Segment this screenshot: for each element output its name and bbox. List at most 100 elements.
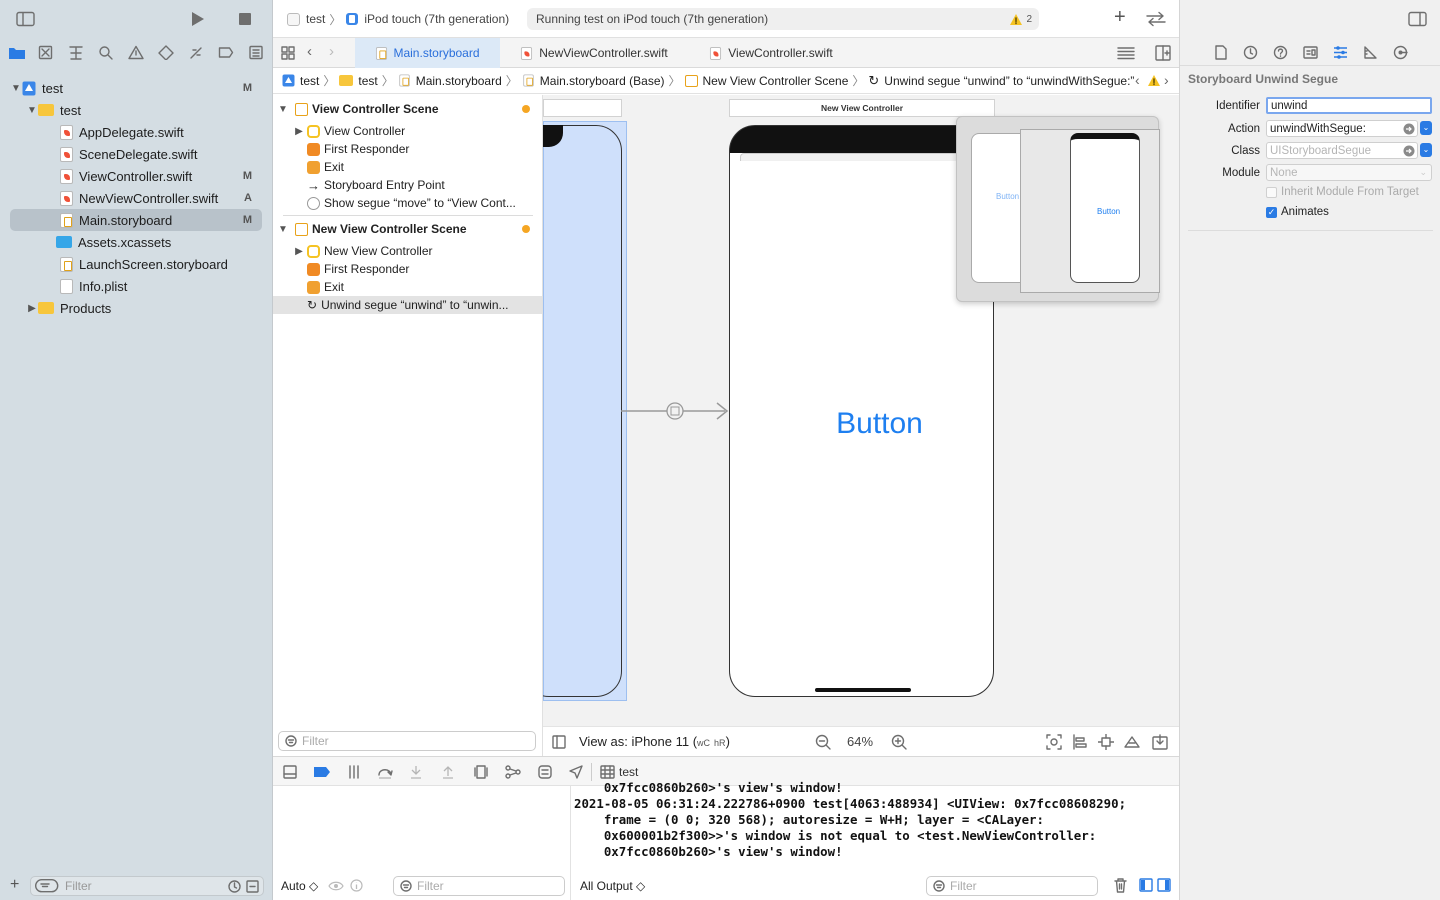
step-into-icon[interactable]	[409, 765, 423, 779]
navigator-filter-field[interactable]: Filter	[30, 876, 264, 896]
action-dropdown-icon[interactable]: ⌄	[1420, 121, 1432, 135]
animates-checkbox[interactable]: ✓ Animates	[1266, 206, 1329, 218]
console-filter-field[interactable]: Filter	[926, 876, 1098, 896]
console-output-selector[interactable]: All Output ◇	[580, 879, 645, 893]
jump-item-base[interactable]: Main.storyboard (Base)	[540, 74, 665, 88]
tree-item-assets[interactable]: Assets.xcassets	[10, 231, 262, 253]
outline-scene-view-controller[interactable]: ▼ View Controller Scene	[273, 100, 542, 118]
outline-filter-field[interactable]: Filter	[278, 731, 536, 751]
inherit-module-checkbox[interactable]: Inherit Module From Target	[1266, 186, 1419, 198]
storyboard-button[interactable]: Button	[729, 407, 994, 441]
info-icon[interactable]	[350, 879, 363, 892]
source-control-icon[interactable]	[38, 45, 54, 60]
variables-view[interactable]: Auto ◇ Filter	[273, 786, 571, 900]
next-issue-icon[interactable]: ›	[1164, 72, 1169, 88]
tree-item-products[interactable]: ▶ Products	[10, 297, 262, 319]
eye-icon[interactable]	[328, 880, 344, 892]
connections-inspector-icon[interactable]	[1393, 45, 1408, 60]
related-items-icon[interactable]	[281, 46, 295, 60]
hide-debug-area-icon[interactable]	[283, 765, 297, 779]
auto-variables-selector[interactable]: Auto ◇	[281, 879, 318, 893]
outline-item-exit[interactable]: Exit	[273, 158, 542, 176]
stop-icon[interactable]	[238, 12, 252, 26]
storyboard-canvas[interactable]: New View Controller Button Button Button	[543, 95, 1179, 726]
update-frames-icon[interactable]	[1046, 734, 1062, 750]
tree-item-appdelegate[interactable]: AppDelegate.swift	[10, 121, 262, 143]
arrow-circle-icon[interactable]	[1403, 145, 1415, 157]
tree-item-viewcontroller[interactable]: ViewController.swift M	[10, 165, 262, 187]
sidebar-toggle-icon[interactable]	[16, 11, 36, 27]
outline-item-show-segue[interactable]: Show segue “move” to “View Cont...	[273, 194, 542, 212]
debug-process-name[interactable]: test	[619, 765, 638, 779]
disclosure-closed-icon[interactable]: ▶	[26, 303, 38, 314]
attributes-inspector-icon[interactable]	[1333, 45, 1348, 60]
show-console-icon[interactable]	[1157, 878, 1171, 892]
environment-overrides-icon[interactable]	[538, 765, 552, 779]
forward-icon[interactable]: ›	[329, 43, 334, 60]
outline-toggle-icon[interactable]	[552, 735, 566, 749]
code-review-icon[interactable]	[1145, 11, 1167, 27]
memory-graph-icon[interactable]	[505, 765, 521, 779]
jump-item-segue[interactable]: Unwind segue “unwind” to “unwindWithSegu…	[884, 74, 1134, 88]
outline-item-entry-point[interactable]: → Storyboard Entry Point	[273, 176, 542, 194]
step-out-icon[interactable]	[441, 765, 455, 779]
tree-item-launchscreen[interactable]: LaunchScreen.storyboard	[10, 253, 262, 275]
history-inspector-icon[interactable]	[1243, 45, 1258, 60]
tree-item-main-storyboard[interactable]: Main.storyboard M	[10, 209, 262, 231]
search-icon[interactable]	[98, 45, 114, 60]
tree-item-test-project[interactable]: ▼ test M	[10, 77, 262, 99]
recent-files-icon[interactable]	[228, 879, 241, 893]
segue-arrow[interactable]	[621, 397, 731, 425]
console-output[interactable]: 0x7fcc0860b260>'s view's window! 2021-08…	[574, 780, 1126, 860]
view-debugger-icon[interactable]	[474, 765, 488, 779]
symbol-icon[interactable]	[68, 45, 84, 60]
trash-icon[interactable]	[1114, 878, 1127, 893]
step-over-icon[interactable]	[377, 765, 393, 779]
tree-item-test-folder[interactable]: ▼ test	[10, 99, 262, 121]
outline-item-exit-2[interactable]: Exit	[273, 278, 542, 296]
arrow-circle-icon[interactable]	[1403, 123, 1415, 135]
outline-item-first-responder-2[interactable]: First Responder	[273, 260, 542, 278]
class-dropdown-icon[interactable]: ⌄	[1420, 143, 1432, 157]
identifier-field[interactable]: unwind	[1266, 97, 1432, 114]
jump-item-scene[interactable]: New View Controller Scene	[703, 74, 849, 88]
tree-item-info-plist[interactable]: Info.plist	[10, 275, 262, 297]
jump-item-file[interactable]: Main.storyboard	[416, 74, 502, 88]
identity-inspector-icon[interactable]	[1303, 45, 1318, 60]
file-inspector-icon[interactable]	[1214, 45, 1228, 60]
folder-icon[interactable]	[8, 45, 26, 60]
simulate-location-icon[interactable]	[569, 765, 583, 779]
add-editor-icon[interactable]	[1155, 45, 1171, 61]
disclosure-open-icon[interactable]: ▼	[10, 83, 22, 94]
report-icon[interactable]	[248, 45, 264, 60]
scheme-selector[interactable]: test 〉 iPod touch (7th generation)	[285, 8, 521, 30]
debug-icon[interactable]	[188, 45, 204, 60]
zoom-out-icon[interactable]	[815, 734, 831, 750]
warning-icon[interactable]	[1009, 13, 1023, 26]
scm-filter-icon[interactable]	[246, 879, 259, 893]
pause-icon[interactable]	[347, 765, 361, 779]
disclosure-open-icon[interactable]: ▼	[26, 105, 38, 116]
outline-scene-new-view-controller[interactable]: ▼ New View Controller Scene	[273, 220, 542, 238]
outline-item-first-responder[interactable]: First Responder	[273, 140, 542, 158]
module-field[interactable]: None ⌄	[1266, 164, 1432, 181]
breakpoints-toggle-icon[interactable]	[313, 766, 331, 778]
align-icon[interactable]	[1072, 734, 1088, 750]
class-field[interactable]: UIStoryboardSegue	[1266, 142, 1418, 159]
library-add-icon[interactable]: +	[1114, 6, 1126, 29]
help-inspector-icon[interactable]	[1273, 45, 1288, 60]
embed-in-icon[interactable]	[1152, 734, 1168, 750]
jump-item-group[interactable]: test	[358, 74, 377, 88]
tab-main-storyboard[interactable]: Main.storyboard	[355, 38, 500, 68]
outline-item-new-view-controller[interactable]: ▶ New View Controller	[273, 242, 542, 260]
zoom-in-icon[interactable]	[891, 734, 907, 750]
back-icon[interactable]: ‹	[307, 43, 312, 60]
view-as-device[interactable]: View as: iPhone 11 (wC hR)	[579, 734, 730, 749]
breakpoint-icon[interactable]	[218, 45, 234, 60]
warning-icon[interactable]	[1147, 74, 1161, 87]
jump-item-project[interactable]: test	[300, 74, 319, 88]
previous-issue-icon[interactable]: ‹	[1135, 72, 1140, 88]
tree-item-scenedelegate[interactable]: SceneDelegate.swift	[10, 143, 262, 165]
action-field[interactable]: unwindWithSegue:	[1266, 120, 1418, 137]
size-inspector-icon[interactable]	[1363, 45, 1378, 60]
